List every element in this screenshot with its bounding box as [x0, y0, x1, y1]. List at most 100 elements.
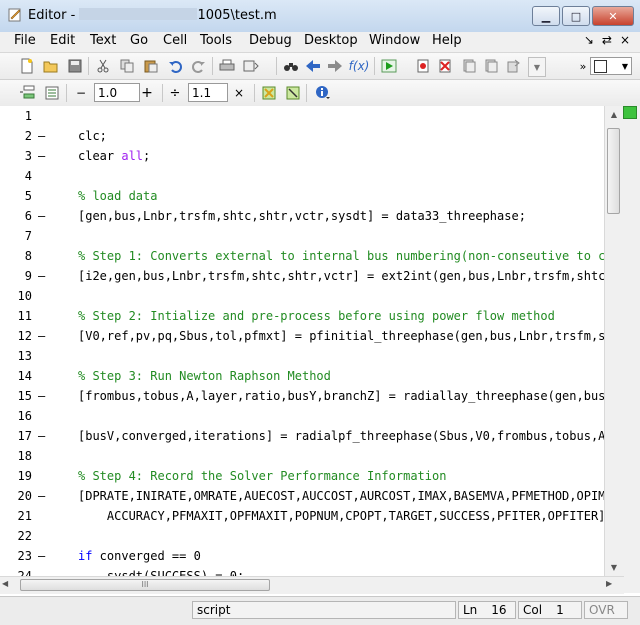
back-arrow-icon[interactable]	[304, 57, 322, 75]
breakpoint-marker[interactable]	[38, 306, 46, 326]
clear-breakpoints-icon[interactable]	[436, 57, 454, 75]
breakpoint-marker[interactable]: –	[38, 546, 46, 566]
code-line[interactable]: % Step 3: Run Newton Raphson Method	[78, 366, 331, 386]
menu-tools[interactable]: Tools	[200, 33, 232, 48]
code-line[interactable]: ACCURACY,PFMAXIT,OPFMAXIT,POPNUM,CPOPT,T…	[78, 506, 604, 526]
eval-cell-icon[interactable]	[42, 84, 60, 102]
menu-edit[interactable]: Edit	[50, 33, 75, 48]
breakpoint-marker[interactable]: –	[38, 426, 46, 446]
breakpoint-marker[interactable]	[38, 526, 46, 546]
breakpoint-marker[interactable]	[38, 166, 46, 186]
undo-icon[interactable]	[166, 57, 184, 75]
breakpoint-marker[interactable]	[38, 346, 46, 366]
close-button[interactable]: ✕	[592, 6, 634, 26]
set-breakpoint-icon[interactable]	[414, 57, 432, 75]
horizontal-scrollbar[interactable]: ◀ III ▶	[0, 576, 624, 594]
breakpoint-marker[interactable]	[38, 366, 46, 386]
redo-icon[interactable]	[190, 57, 208, 75]
breakpoint-marker[interactable]	[38, 506, 46, 526]
insert-cell-icon[interactable]	[18, 84, 36, 102]
breakpoint-marker[interactable]	[38, 186, 46, 206]
code-line[interactable]: [gen,bus,Lnbr,trsfm,shtc,shtr,vctr,sysdt…	[78, 206, 526, 226]
breakpoint-marker[interactable]	[38, 286, 46, 306]
mlint-status-indicator[interactable]	[623, 106, 637, 119]
find-icon[interactable]	[282, 57, 300, 75]
menu-text[interactable]: Text	[90, 33, 116, 48]
menu-file[interactable]: File	[14, 33, 36, 48]
scroll-down-arrow-icon[interactable]: ▼	[605, 559, 623, 576]
code-line[interactable]: clc;	[78, 126, 107, 146]
divide-value-input[interactable]: 1.1	[188, 83, 228, 102]
dock-arrows-icon[interactable]: ⇄	[602, 33, 612, 47]
decrement-value-input[interactable]: 1.0	[94, 83, 140, 102]
layout-dropdown[interactable]: ▼	[590, 57, 632, 75]
code-line[interactable]: sysdt(SUCCESS) = 0;	[78, 566, 244, 576]
save-icon[interactable]	[66, 57, 84, 75]
open-folder-icon[interactable]	[42, 57, 60, 75]
multiply-button[interactable]: ×	[230, 84, 248, 102]
menu-window[interactable]: Window	[369, 33, 420, 48]
breakpoint-marker[interactable]	[38, 106, 46, 126]
help-info-icon[interactable]	[314, 84, 332, 102]
horizontal-scroll-thumb[interactable]: III	[20, 579, 270, 591]
breakpoint-marker[interactable]	[38, 466, 46, 486]
minimize-button[interactable]: ▁	[532, 6, 560, 26]
paste-icon[interactable]	[142, 57, 160, 75]
print-preview-icon[interactable]	[242, 57, 260, 75]
code-line[interactable]: if converged == 0	[78, 546, 201, 566]
breakpoint-marker[interactable]	[38, 246, 46, 266]
menu-help[interactable]: Help	[432, 33, 462, 48]
divide-button[interactable]: ÷	[166, 84, 184, 102]
breakpoint-marker[interactable]	[38, 226, 46, 246]
run-icon[interactable]	[380, 57, 398, 75]
step-out-icon[interactable]	[504, 57, 522, 75]
scroll-right-arrow-icon[interactable]: ▶	[606, 579, 612, 588]
menu-go[interactable]: Go	[130, 33, 148, 48]
code-line[interactable]: [i2e,gen,bus,Lnbr,trsfm,shtc,shtr,vctr] …	[78, 266, 604, 286]
step-in-icon[interactable]	[482, 57, 500, 75]
breakpoint-marker[interactable]: –	[38, 266, 46, 286]
code-line[interactable]: [busV,converged,iterations] = radialpf_t…	[78, 426, 604, 446]
code-line[interactable]: % Step 2: Intialize and pre-process befo…	[78, 306, 555, 326]
code-line[interactable]: % Step 1: Converts external to internal …	[78, 246, 604, 266]
menu-desktop[interactable]: Desktop	[304, 33, 358, 48]
code-line[interactable]: % Step 4: Record the Solver Performance …	[78, 466, 446, 486]
code-line[interactable]: % load data	[78, 186, 157, 206]
increment-button[interactable]: +	[138, 84, 156, 102]
close-doc-icon[interactable]: ×	[620, 33, 630, 47]
copy-icon[interactable]	[118, 57, 136, 75]
code-line[interactable]: [V0,ref,pv,pq,Sbus,tol,pfmxt] = pfinitia…	[78, 326, 604, 346]
code-line[interactable]: [DPRATE,INIRATE,OMRATE,AUECOST,AUCCOST,A…	[78, 486, 604, 506]
forward-arrow-icon[interactable]	[326, 57, 344, 75]
stack-dropdown[interactable]: ▼	[528, 57, 546, 77]
vertical-scrollbar[interactable]: ▲ ▼	[604, 106, 623, 576]
print-icon[interactable]	[218, 57, 236, 75]
code-line[interactable]: [frombus,tobus,A,layer,ratio,busY,branch…	[78, 386, 604, 406]
breakpoint-marker[interactable]: –	[38, 326, 46, 346]
code-editor[interactable]: 1 2–3–4 5 6–7 8 9–10 11 12–13 14 15–16 17–18 19 20–2…	[0, 106, 624, 583]
step-icon[interactable]	[460, 57, 478, 75]
breakpoint-marker[interactable]	[38, 406, 46, 426]
new-file-icon[interactable]	[18, 57, 36, 75]
scroll-up-arrow-icon[interactable]: ▲	[605, 106, 623, 123]
vertical-scroll-thumb[interactable]	[607, 128, 620, 214]
scroll-left-arrow-icon[interactable]: ◀	[2, 579, 8, 588]
breakpoint-marker[interactable]: –	[38, 126, 46, 146]
line-number: 18	[17, 449, 32, 463]
show-cell-titles-icon[interactable]	[260, 84, 278, 102]
breakpoint-marker[interactable]: –	[38, 206, 46, 226]
decrement-button[interactable]: −	[72, 84, 90, 102]
code-line[interactable]: clear all;	[78, 146, 150, 166]
maximize-button[interactable]: □	[562, 6, 590, 26]
breakpoint-marker[interactable]	[38, 446, 46, 466]
cell-options-icon[interactable]	[284, 84, 302, 102]
breakpoint-marker[interactable]: –	[38, 146, 46, 166]
breakpoint-marker[interactable]: –	[38, 486, 46, 506]
cut-icon[interactable]	[94, 57, 112, 75]
undock-icon[interactable]: ↘	[584, 33, 594, 47]
function-icon[interactable]: f(x)	[349, 57, 370, 75]
menu-cell[interactable]: Cell	[163, 33, 187, 48]
code-text-area[interactable]: clc; clear all; % load data [gen,bus,Lnbr,t…	[54, 106, 604, 576]
menu-debug[interactable]: Debug	[249, 33, 292, 48]
breakpoint-marker[interactable]: –	[38, 386, 46, 406]
